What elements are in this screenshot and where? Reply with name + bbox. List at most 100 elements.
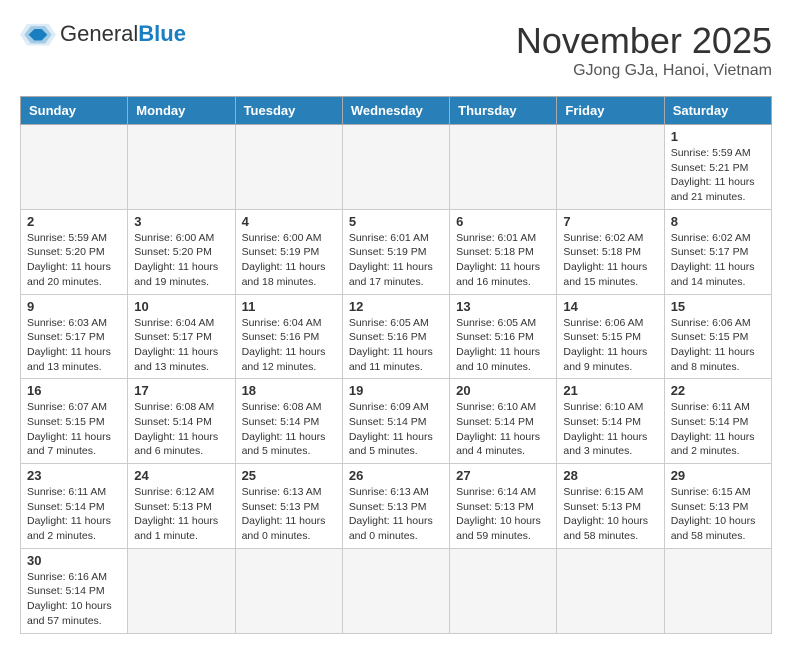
calendar-day-cell: 23 Sunrise: 6:11 AM Sunset: 5:14 PM Dayli… bbox=[21, 464, 128, 549]
calendar-day-cell: 22Sunrise: 6:11 AM Sunset: 5:14 PM Dayli… bbox=[664, 379, 771, 464]
calendar-day-cell: 9 Sunrise: 6:03 AM Sunset: 5:17 PM Daylig… bbox=[21, 294, 128, 379]
day-info: Sunrise: 5:59 AM Sunset: 5:21 PM Dayligh… bbox=[671, 146, 765, 205]
day-number: 3 bbox=[134, 214, 228, 229]
day-info: Sunrise: 6:02 AM Sunset: 5:17 PM Dayligh… bbox=[671, 231, 765, 290]
day-info: Sunrise: 5:59 AM Sunset: 5:20 PM Dayligh… bbox=[27, 231, 121, 290]
day-number: 27 bbox=[456, 468, 550, 483]
calendar-day-cell bbox=[342, 548, 449, 633]
day-info: Sunrise: 6:16 AM Sunset: 5:14 PM Dayligh… bbox=[27, 570, 121, 629]
calendar-day-cell: 15 Sunrise: 6:06 AM Sunset: 5:15 PM Dayli… bbox=[664, 294, 771, 379]
day-number: 7 bbox=[563, 214, 657, 229]
day-number: 19 bbox=[349, 383, 443, 398]
calendar-day-cell: 10 Sunrise: 6:04 AM Sunset: 5:17 PM Dayli… bbox=[128, 294, 235, 379]
day-info: Sunrise: 6:09 AM Sunset: 5:14 PM Dayligh… bbox=[349, 400, 443, 459]
calendar-day-cell: 3 Sunrise: 6:00 AM Sunset: 5:20 PM Daylig… bbox=[128, 209, 235, 294]
day-info: Sunrise: 6:04 AM Sunset: 5:17 PM Dayligh… bbox=[134, 316, 228, 375]
day-number: 21 bbox=[563, 383, 657, 398]
day-number: 13 bbox=[456, 299, 550, 314]
calendar-day-cell bbox=[128, 125, 235, 210]
weekday-header-row: SundayMondayTuesdayWednesdayThursdayFrid… bbox=[21, 97, 772, 125]
weekday-header-thursday: Thursday bbox=[450, 97, 557, 125]
calendar-week-2: 2 Sunrise: 5:59 AM Sunset: 5:20 PM Daylig… bbox=[21, 209, 772, 294]
day-info: Sunrise: 6:01 AM Sunset: 5:19 PM Dayligh… bbox=[349, 231, 443, 290]
calendar-day-cell bbox=[557, 548, 664, 633]
day-number: 18 bbox=[242, 383, 336, 398]
day-number: 10 bbox=[134, 299, 228, 314]
calendar-day-cell bbox=[128, 548, 235, 633]
calendar-day-cell bbox=[557, 125, 664, 210]
day-info: Sunrise: 6:07 AM Sunset: 5:15 PM Dayligh… bbox=[27, 400, 121, 459]
calendar-day-cell: 4 Sunrise: 6:00 AM Sunset: 5:19 PM Daylig… bbox=[235, 209, 342, 294]
day-info: Sunrise: 6:02 AM Sunset: 5:18 PM Dayligh… bbox=[563, 231, 657, 290]
day-number: 1 bbox=[671, 129, 765, 144]
day-number: 12 bbox=[349, 299, 443, 314]
calendar-week-3: 9 Sunrise: 6:03 AM Sunset: 5:17 PM Daylig… bbox=[21, 294, 772, 379]
day-info: Sunrise: 6:11 AM Sunset: 5:14 PM Dayligh… bbox=[27, 485, 121, 544]
calendar-day-cell: 28 Sunrise: 6:15 AM Sunset: 5:13 PM Dayli… bbox=[557, 464, 664, 549]
day-number: 16 bbox=[27, 383, 121, 398]
day-info: Sunrise: 6:15 AM Sunset: 5:13 PM Dayligh… bbox=[671, 485, 765, 544]
weekday-header-tuesday: Tuesday bbox=[235, 97, 342, 125]
calendar-day-cell bbox=[235, 548, 342, 633]
day-number: 9 bbox=[27, 299, 121, 314]
day-info: Sunrise: 6:00 AM Sunset: 5:20 PM Dayligh… bbox=[134, 231, 228, 290]
calendar-day-cell: 7 Sunrise: 6:02 AM Sunset: 5:18 PM Daylig… bbox=[557, 209, 664, 294]
day-info: Sunrise: 6:04 AM Sunset: 5:16 PM Dayligh… bbox=[242, 316, 336, 375]
general-blue-icon bbox=[20, 20, 56, 48]
calendar-day-cell: 26 Sunrise: 6:13 AM Sunset: 5:13 PM Dayli… bbox=[342, 464, 449, 549]
calendar-day-cell bbox=[450, 548, 557, 633]
calendar-day-cell: 20 Sunrise: 6:10 AM Sunset: 5:14 PM Dayli… bbox=[450, 379, 557, 464]
day-number: 4 bbox=[242, 214, 336, 229]
day-info: Sunrise: 6:14 AM Sunset: 5:13 PM Dayligh… bbox=[456, 485, 550, 544]
day-info: Sunrise: 6:08 AM Sunset: 5:14 PM Dayligh… bbox=[134, 400, 228, 459]
day-info: Sunrise: 6:06 AM Sunset: 5:15 PM Dayligh… bbox=[671, 316, 765, 375]
day-number: 17 bbox=[134, 383, 228, 398]
calendar-day-cell: 8 Sunrise: 6:02 AM Sunset: 5:17 PM Daylig… bbox=[664, 209, 771, 294]
day-number: 22 bbox=[671, 383, 765, 398]
day-number: 25 bbox=[242, 468, 336, 483]
calendar-day-cell: 21 Sunrise: 6:10 AM Sunset: 5:14 PM Dayli… bbox=[557, 379, 664, 464]
day-info: Sunrise: 6:05 AM Sunset: 5:16 PM Dayligh… bbox=[349, 316, 443, 375]
calendar-day-cell: 17 Sunrise: 6:08 AM Sunset: 5:14 PM Dayli… bbox=[128, 379, 235, 464]
weekday-header-sunday: Sunday bbox=[21, 97, 128, 125]
calendar-week-6: 30Sunrise: 6:16 AM Sunset: 5:14 PM Dayli… bbox=[21, 548, 772, 633]
day-number: 28 bbox=[563, 468, 657, 483]
calendar-day-cell: 5Sunrise: 6:01 AM Sunset: 5:19 PM Daylig… bbox=[342, 209, 449, 294]
weekday-header-friday: Friday bbox=[557, 97, 664, 125]
calendar-day-cell: 1 Sunrise: 5:59 AM Sunset: 5:21 PM Daylig… bbox=[664, 125, 771, 210]
day-info: Sunrise: 6:01 AM Sunset: 5:18 PM Dayligh… bbox=[456, 231, 550, 290]
day-info: Sunrise: 6:12 AM Sunset: 5:13 PM Dayligh… bbox=[134, 485, 228, 544]
calendar-day-cell bbox=[21, 125, 128, 210]
calendar-day-cell: 19 Sunrise: 6:09 AM Sunset: 5:14 PM Dayli… bbox=[342, 379, 449, 464]
weekday-header-monday: Monday bbox=[128, 97, 235, 125]
day-number: 15 bbox=[671, 299, 765, 314]
calendar-table: SundayMondayTuesdayWednesdayThursdayFrid… bbox=[20, 96, 772, 634]
day-info: Sunrise: 6:06 AM Sunset: 5:15 PM Dayligh… bbox=[563, 316, 657, 375]
day-info: Sunrise: 6:15 AM Sunset: 5:13 PM Dayligh… bbox=[563, 485, 657, 544]
day-info: Sunrise: 6:10 AM Sunset: 5:14 PM Dayligh… bbox=[563, 400, 657, 459]
calendar-day-cell bbox=[235, 125, 342, 210]
day-info: Sunrise: 6:05 AM Sunset: 5:16 PM Dayligh… bbox=[456, 316, 550, 375]
calendar-day-cell: 25Sunrise: 6:13 AM Sunset: 5:13 PM Dayli… bbox=[235, 464, 342, 549]
day-number: 20 bbox=[456, 383, 550, 398]
day-number: 2 bbox=[27, 214, 121, 229]
calendar-day-cell: 14Sunrise: 6:06 AM Sunset: 5:15 PM Dayli… bbox=[557, 294, 664, 379]
day-number: 8 bbox=[671, 214, 765, 229]
day-info: Sunrise: 6:03 AM Sunset: 5:17 PM Dayligh… bbox=[27, 316, 121, 375]
calendar-day-cell: 18Sunrise: 6:08 AM Sunset: 5:14 PM Dayli… bbox=[235, 379, 342, 464]
day-info: Sunrise: 6:10 AM Sunset: 5:14 PM Dayligh… bbox=[456, 400, 550, 459]
calendar-day-cell: 16 Sunrise: 6:07 AM Sunset: 5:15 PM Dayli… bbox=[21, 379, 128, 464]
calendar-week-1: 1 Sunrise: 5:59 AM Sunset: 5:21 PM Daylig… bbox=[21, 125, 772, 210]
location-text: GJong GJa, Hanoi, Vietnam bbox=[516, 62, 772, 80]
calendar-day-cell bbox=[342, 125, 449, 210]
day-number: 23 bbox=[27, 468, 121, 483]
logo: GeneralBlue bbox=[20, 20, 186, 48]
weekday-header-saturday: Saturday bbox=[664, 97, 771, 125]
day-info: Sunrise: 6:00 AM Sunset: 5:19 PM Dayligh… bbox=[242, 231, 336, 290]
calendar-week-5: 23 Sunrise: 6:11 AM Sunset: 5:14 PM Dayli… bbox=[21, 464, 772, 549]
title-section: November 2025 GJong GJa, Hanoi, Vietnam bbox=[516, 20, 772, 80]
calendar-day-cell: 13 Sunrise: 6:05 AM Sunset: 5:16 PM Dayli… bbox=[450, 294, 557, 379]
calendar-day-cell: 29Sunrise: 6:15 AM Sunset: 5:13 PM Dayli… bbox=[664, 464, 771, 549]
day-info: Sunrise: 6:13 AM Sunset: 5:13 PM Dayligh… bbox=[349, 485, 443, 544]
day-number: 26 bbox=[349, 468, 443, 483]
